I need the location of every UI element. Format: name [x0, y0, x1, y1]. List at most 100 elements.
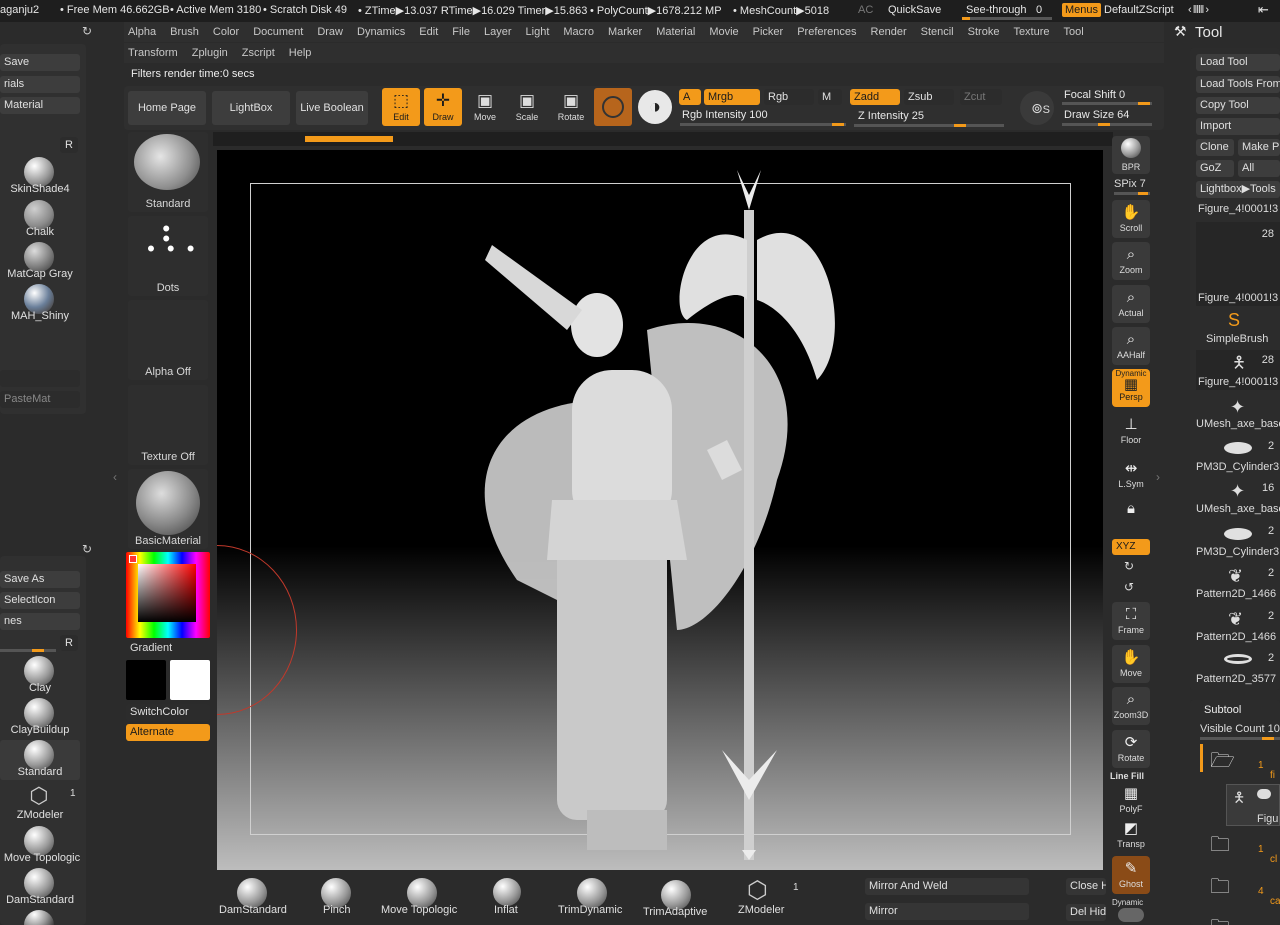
- menu-edit[interactable]: Edit: [419, 22, 438, 42]
- home-page-button[interactable]: Home Page: [128, 91, 206, 125]
- switch-color-button[interactable]: SwitchColor: [126, 704, 210, 721]
- axe-mesh-icon-2[interactable]: ✦: [1230, 481, 1245, 502]
- draw-size-slider[interactable]: [1062, 123, 1152, 126]
- layout-slider-icon[interactable]: ‹ ‖‖‖ ›: [1188, 4, 1209, 16]
- doc-scroll-thumb[interactable]: [305, 136, 393, 142]
- subtool-title[interactable]: Subtool: [1204, 704, 1241, 716]
- goz-all-button[interactable]: All: [1238, 160, 1280, 177]
- standard-brush-thumb[interactable]: Standard: [128, 132, 208, 212]
- brush-size-slider[interactable]: [0, 649, 56, 652]
- figure-tool-thumb[interactable]: 🯅 28 Figure_4!0001!3: [1196, 350, 1280, 390]
- yin-yang-icon[interactable]: ◑: [638, 90, 672, 124]
- materials-button[interactable]: rials: [0, 76, 80, 93]
- zcut-button[interactable]: Zcut: [960, 89, 1002, 105]
- menu-tool[interactable]: Tool: [1064, 22, 1084, 42]
- shelf-move-topologic-label[interactable]: Move Topologic: [381, 904, 457, 916]
- lsym-button[interactable]: ⇹ L.Sym: [1112, 456, 1150, 494]
- folder-icon[interactable]: 🗀︎: [1210, 830, 1230, 864]
- material-button[interactable]: Material: [0, 97, 80, 114]
- canvas-viewport[interactable]: [217, 150, 1103, 870]
- menu-movie[interactable]: Movie: [709, 22, 738, 42]
- pastemat-button[interactable]: PasteMat: [0, 391, 80, 408]
- menu-document[interactable]: Document: [253, 22, 303, 42]
- color-picker-handle[interactable]: [129, 555, 137, 563]
- alpha-off-thumb[interactable]: Alpha Off: [128, 300, 208, 380]
- select-icon-button[interactable]: SelectIcon: [0, 592, 80, 609]
- clone-button[interactable]: Clone: [1196, 139, 1234, 156]
- scale-button[interactable]: ▣ Scale: [508, 88, 546, 126]
- menu-marker[interactable]: Marker: [608, 22, 642, 42]
- mrgb-button[interactable]: Mrgb: [704, 89, 760, 105]
- mirror-button[interactable]: Mirror: [865, 903, 1029, 920]
- import-button[interactable]: Import: [1196, 118, 1280, 135]
- menu-alpha[interactable]: Alpha: [128, 22, 156, 42]
- save-as-button[interactable]: Save As: [0, 571, 80, 588]
- xyz-button[interactable]: XYZ: [1112, 539, 1150, 555]
- texture-off-thumb[interactable]: Texture Off: [128, 385, 208, 465]
- menus-button[interactable]: Menus: [1062, 3, 1102, 17]
- bpr-button[interactable]: BPR: [1112, 136, 1150, 174]
- brush-r-button[interactable]: R: [60, 635, 78, 651]
- lazy-mouse-icon[interactable]: ⊚ S: [1020, 91, 1054, 125]
- menu-macro[interactable]: Macro: [563, 22, 594, 42]
- menu-draw[interactable]: Draw: [317, 22, 343, 42]
- visible-count-slider[interactable]: [1200, 737, 1280, 740]
- lightbox-tools-button[interactable]: Lightbox▶Tools: [1196, 181, 1280, 198]
- current-tool-thumb[interactable]: 28 Figure_4!0001!3: [1196, 222, 1280, 306]
- pattern-mesh-icon[interactable]: ❦: [1228, 566, 1243, 587]
- menu-dynamics[interactable]: Dynamics: [357, 22, 405, 42]
- transp-button[interactable]: ◩ Transp: [1112, 816, 1150, 854]
- rgb-intensity-slider[interactable]: [680, 123, 846, 126]
- menu-stroke[interactable]: Stroke: [968, 22, 1000, 42]
- ring-mesh-icon[interactable]: [1224, 654, 1252, 664]
- menu-render[interactable]: Render: [871, 22, 907, 42]
- frame-button[interactable]: ⛶ Frame: [1112, 602, 1150, 640]
- material-blank-slot[interactable]: [0, 370, 80, 387]
- a-button[interactable]: A: [679, 89, 701, 105]
- shelf-zmodeler-label[interactable]: ZModeler: [738, 904, 784, 916]
- rotate-view-button[interactable]: ⟳ Rotate: [1112, 730, 1150, 768]
- shelf-trimadaptive-label[interactable]: TrimAdaptive: [643, 906, 707, 918]
- material-sphere-button[interactable]: [594, 88, 632, 126]
- lightbox-button[interactable]: LightBox: [212, 91, 290, 125]
- shelf-pinch-label[interactable]: Pinch: [323, 904, 351, 916]
- ghost-button[interactable]: ✎ Ghost: [1112, 856, 1150, 894]
- close-holes-button[interactable]: Close H: [1066, 878, 1106, 895]
- menu-file[interactable]: File: [452, 22, 470, 42]
- basic-material-thumb[interactable]: BasicMaterial: [128, 469, 208, 549]
- menu-picker[interactable]: Picker: [753, 22, 784, 42]
- alternate-button[interactable]: Alternate: [126, 724, 210, 741]
- menu-layer[interactable]: Layer: [484, 22, 512, 42]
- subtool-figure-thumb[interactable]: 🯅 Figu: [1226, 784, 1280, 826]
- rotate-y-icon[interactable]: ↻: [1124, 559, 1134, 573]
- dynamic-toggle[interactable]: [1118, 908, 1144, 922]
- focal-shift-label[interactable]: Focal Shift 0: [1064, 89, 1125, 101]
- menu-zscript[interactable]: Zscript: [242, 43, 275, 63]
- nes-button[interactable]: nes: [0, 613, 80, 630]
- see-through-slider[interactable]: [962, 17, 1052, 20]
- actual-button[interactable]: ⌕ Actual: [1112, 285, 1150, 323]
- edit-button[interactable]: ⬚ Edit: [382, 88, 420, 126]
- spix-label[interactable]: SPix 7: [1114, 178, 1146, 190]
- load-tool-button[interactable]: Load Tool: [1196, 54, 1280, 71]
- refresh-icon[interactable]: ↻: [82, 24, 92, 38]
- simplebrush-icon[interactable]: S: [1228, 310, 1240, 331]
- zoom3d-button[interactable]: ⌕ Zoom3D: [1112, 687, 1150, 725]
- menu-material[interactable]: Material: [656, 22, 695, 42]
- menu-light[interactable]: Light: [526, 22, 550, 42]
- make-polymesh-button[interactable]: Make P: [1238, 139, 1280, 156]
- spix-slider[interactable]: [1114, 192, 1150, 195]
- persp-button[interactable]: Dynamic ▦ Persp: [1112, 369, 1150, 407]
- shelf-trimdynamic-label[interactable]: TrimDynamic: [558, 904, 622, 916]
- zsub-button[interactable]: Zsub: [904, 89, 954, 105]
- m-button[interactable]: M: [818, 89, 842, 105]
- move-view-button[interactable]: ✋ Move: [1112, 645, 1150, 683]
- copy-tool-button[interactable]: Copy Tool: [1196, 97, 1280, 114]
- shelf-inflat-label[interactable]: Inflat: [494, 904, 518, 916]
- live-boolean-button[interactable]: Live Boolean: [296, 91, 368, 125]
- rgb-button[interactable]: Rgb: [764, 89, 814, 105]
- folder-icon-3[interactable]: 🗀︎: [1210, 913, 1230, 925]
- see-through-label[interactable]: See-through: [966, 4, 1027, 16]
- quicksave-button[interactable]: QuickSave: [888, 4, 941, 16]
- scroll-button[interactable]: ✋ Scroll: [1112, 200, 1150, 238]
